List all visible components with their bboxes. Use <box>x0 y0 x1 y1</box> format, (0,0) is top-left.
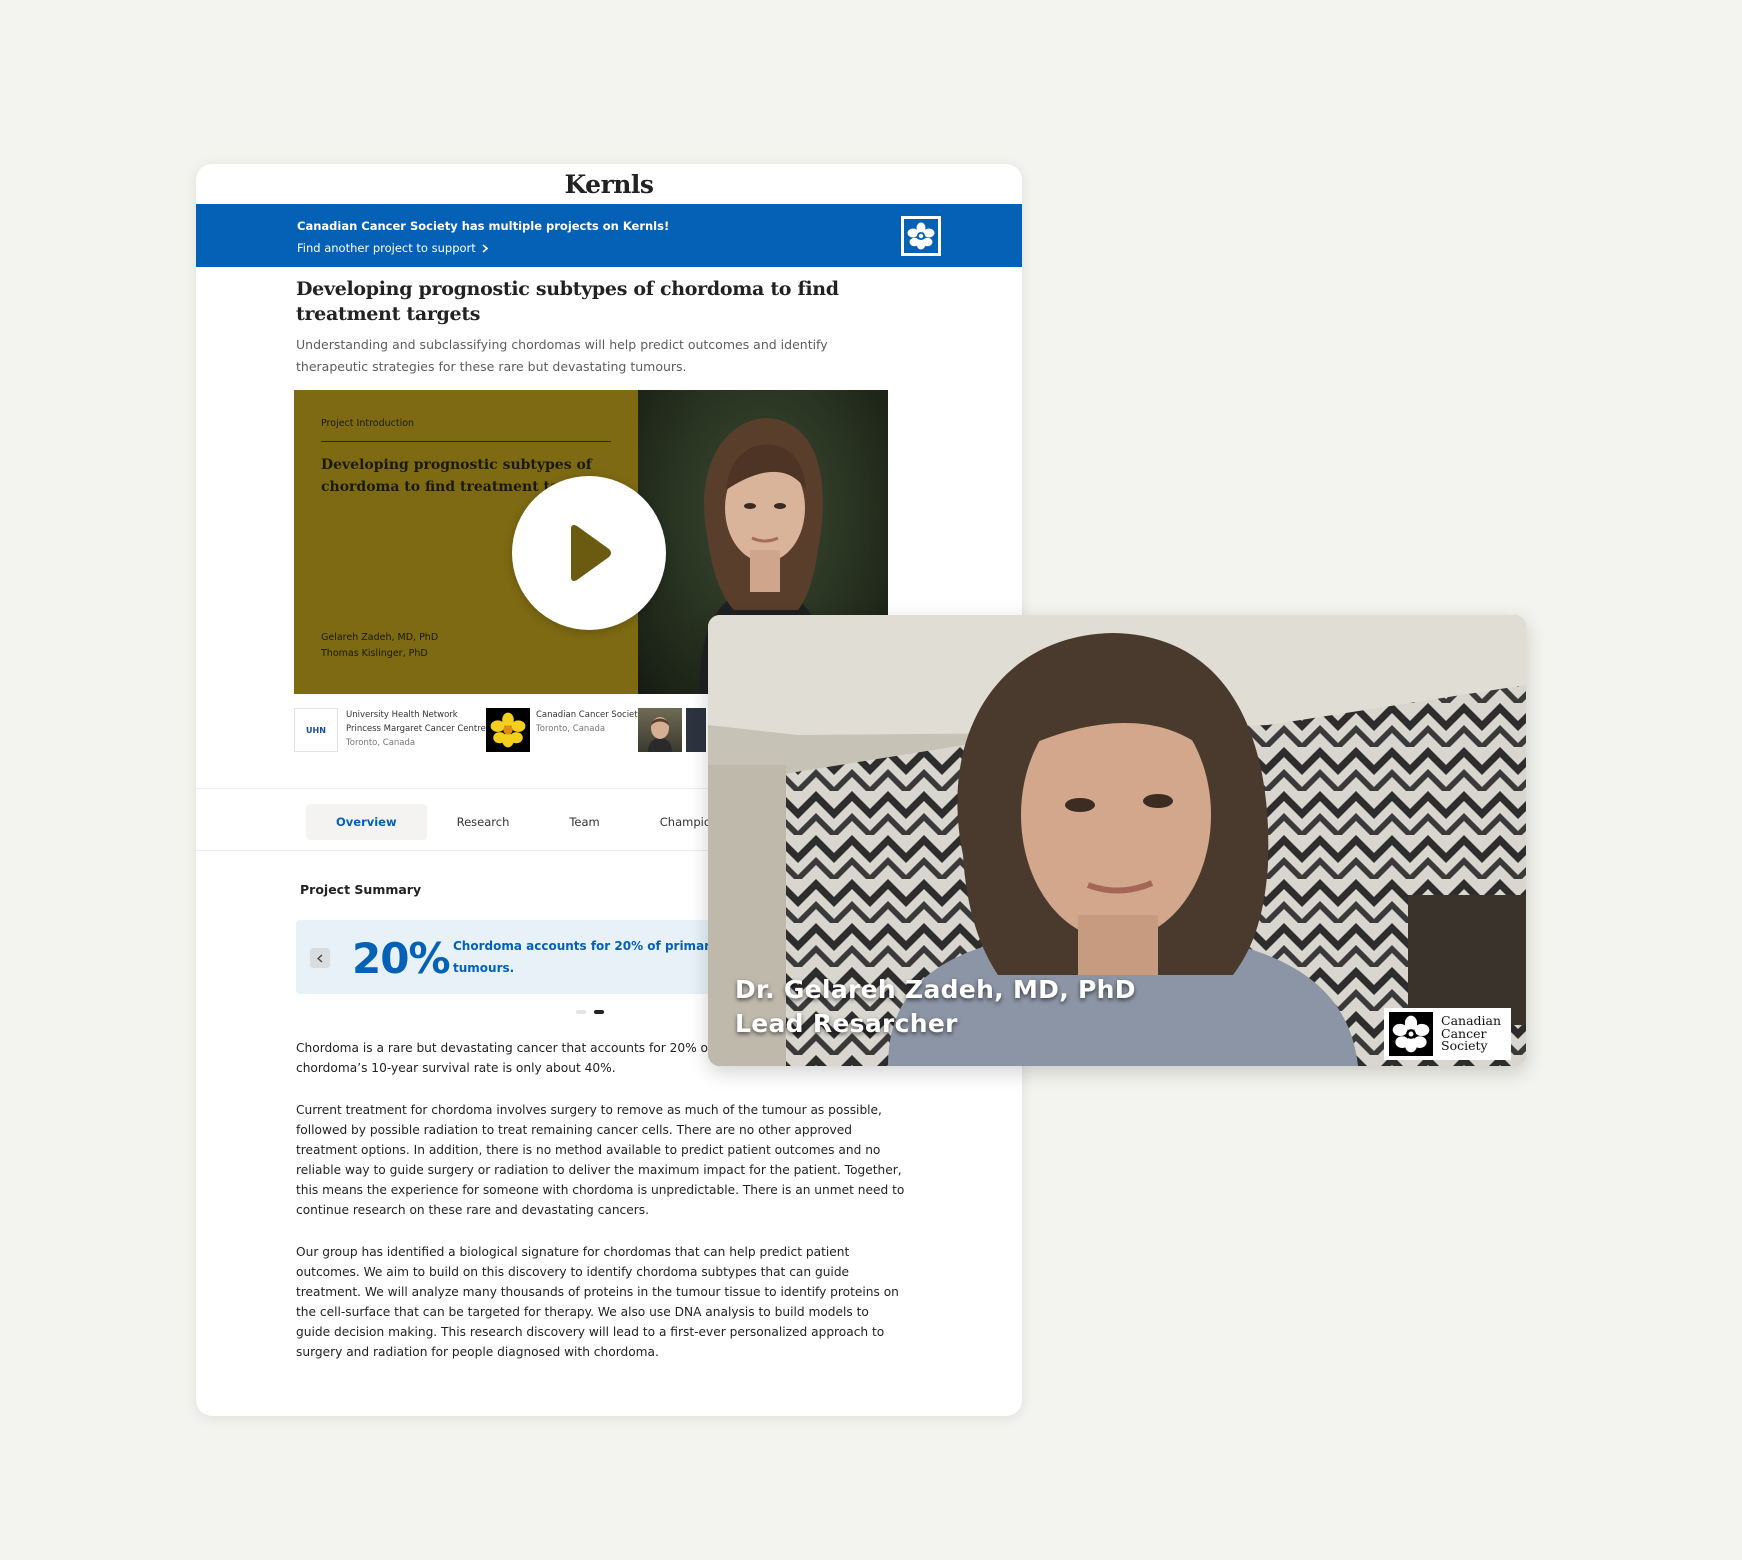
daffodil-icon <box>1392 1015 1430 1053</box>
daffodil-icon <box>490 712 526 748</box>
org-name: Canadian Cancer Society <box>536 710 643 720</box>
summary-paragraph: Our group has identified a biological si… <box>296 1245 899 1359</box>
project-title: Developing prognostic subtypes of chordo… <box>296 278 839 325</box>
org-ccs: Canadian Cancer Society Toronto, Canada <box>536 708 643 736</box>
org-subname: Princess Margaret Cancer Centre <box>346 724 486 734</box>
ccs-logo[interactable] <box>486 708 530 752</box>
uhn-logo[interactable]: UHN <box>294 708 338 752</box>
ccs-watermark-icon <box>1389 1012 1433 1056</box>
tab-bar: Overview Research Team Champions <box>306 804 754 840</box>
overlay-caption-name: Dr. Gelareh Zadeh, MD, PhD <box>735 975 1136 1004</box>
watermark-line: Society <box>1441 1038 1488 1054</box>
find-project-link[interactable]: Find another project to support <box>297 241 488 255</box>
researcher-video-overlay[interactable]: Dr. Gelareh Zadeh, MD, PhD Lead Resarche… <box>708 615 1526 1066</box>
summary-paragraph: Current treatment for chordoma involves … <box>296 1103 905 1217</box>
org-name: University Health Network <box>346 710 458 720</box>
org-location: Toronto, Canada <box>536 724 606 734</box>
play-icon <box>571 525 611 581</box>
avatar-portrait <box>648 717 672 752</box>
uhn-logo-text: UHN <box>306 725 326 735</box>
carousel-dots <box>576 1010 604 1014</box>
video-divider <box>321 441 611 442</box>
carousel-prev-button[interactable] <box>310 948 330 968</box>
stat-value: 20% <box>352 934 451 983</box>
tab-team[interactable]: Team <box>539 804 629 840</box>
carousel-dot[interactable] <box>576 1010 586 1014</box>
team-avatar[interactable] <box>638 708 682 752</box>
video-label: Project Introduction <box>321 418 415 429</box>
tab-overview[interactable]: Overview <box>306 804 427 840</box>
daffodil-logo[interactable] <box>901 216 941 256</box>
tab-research[interactable]: Research <box>427 804 540 840</box>
banner-title: Canadian Cancer Society has multiple pro… <box>297 219 670 233</box>
video-author: Thomas Kislinger, PhD <box>321 648 428 659</box>
banner-link-label: Find another project to support <box>297 241 476 255</box>
project-subtitle: Understanding and subclassifying chordom… <box>296 337 828 374</box>
carousel-dot-active[interactable] <box>594 1010 604 1014</box>
chevron-left-icon <box>317 953 323 963</box>
overlay-caption-role: Lead Resarcher <box>735 1009 958 1038</box>
daffodil-logo-bg <box>904 219 938 253</box>
org-location: Toronto, Canada <box>346 738 416 748</box>
play-button[interactable] <box>512 476 666 630</box>
ccs-watermark: Canadian Cancer Society <box>1384 1008 1511 1060</box>
charity-banner: Canadian Cancer Society has multiple pro… <box>196 204 1022 267</box>
chevron-right-icon <box>482 243 488 253</box>
video-author: Gelareh Zadeh, MD, PhD <box>321 632 439 643</box>
project-summary-heading: Project Summary <box>300 882 422 897</box>
org-uhn: University Health Network Princess Marga… <box>346 708 486 750</box>
ccs-watermark-text: Canadian Cancer Society <box>1441 1015 1501 1053</box>
header: Kernls <box>196 164 1022 204</box>
kernls-logo[interactable]: Kernls <box>564 170 654 199</box>
daffodil-icon <box>907 222 935 250</box>
team-avatar[interactable] <box>686 708 706 752</box>
